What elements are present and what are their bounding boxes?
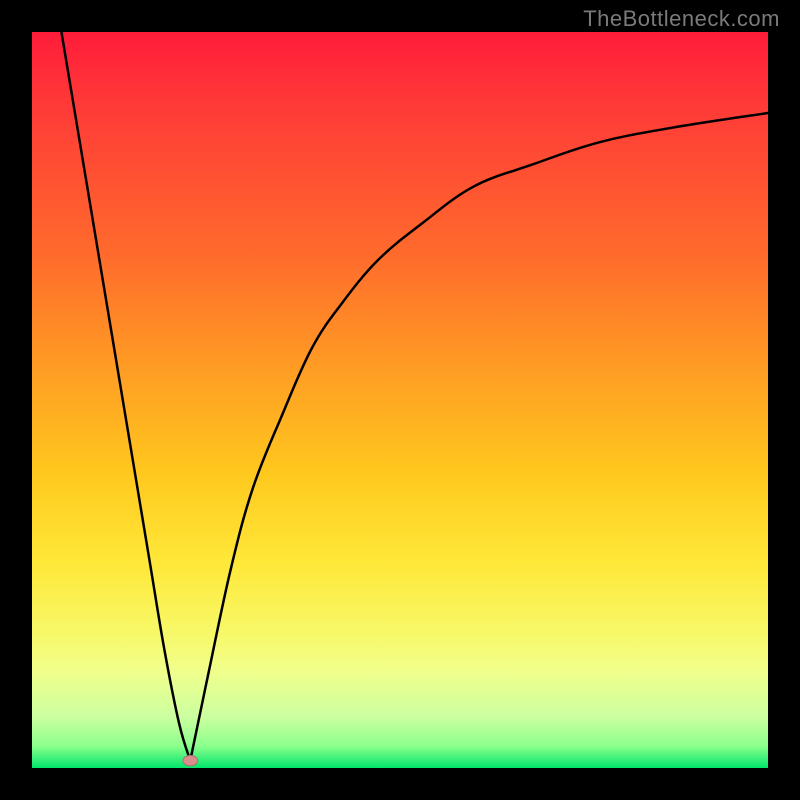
minimum-marker [183,755,198,765]
plot-area [32,32,768,768]
curve-right-branch [190,113,768,761]
chart-frame: TheBottleneck.com [0,0,800,800]
chart-svg [32,32,768,768]
watermark-text: TheBottleneck.com [583,6,780,32]
curve-left-branch [61,32,190,761]
